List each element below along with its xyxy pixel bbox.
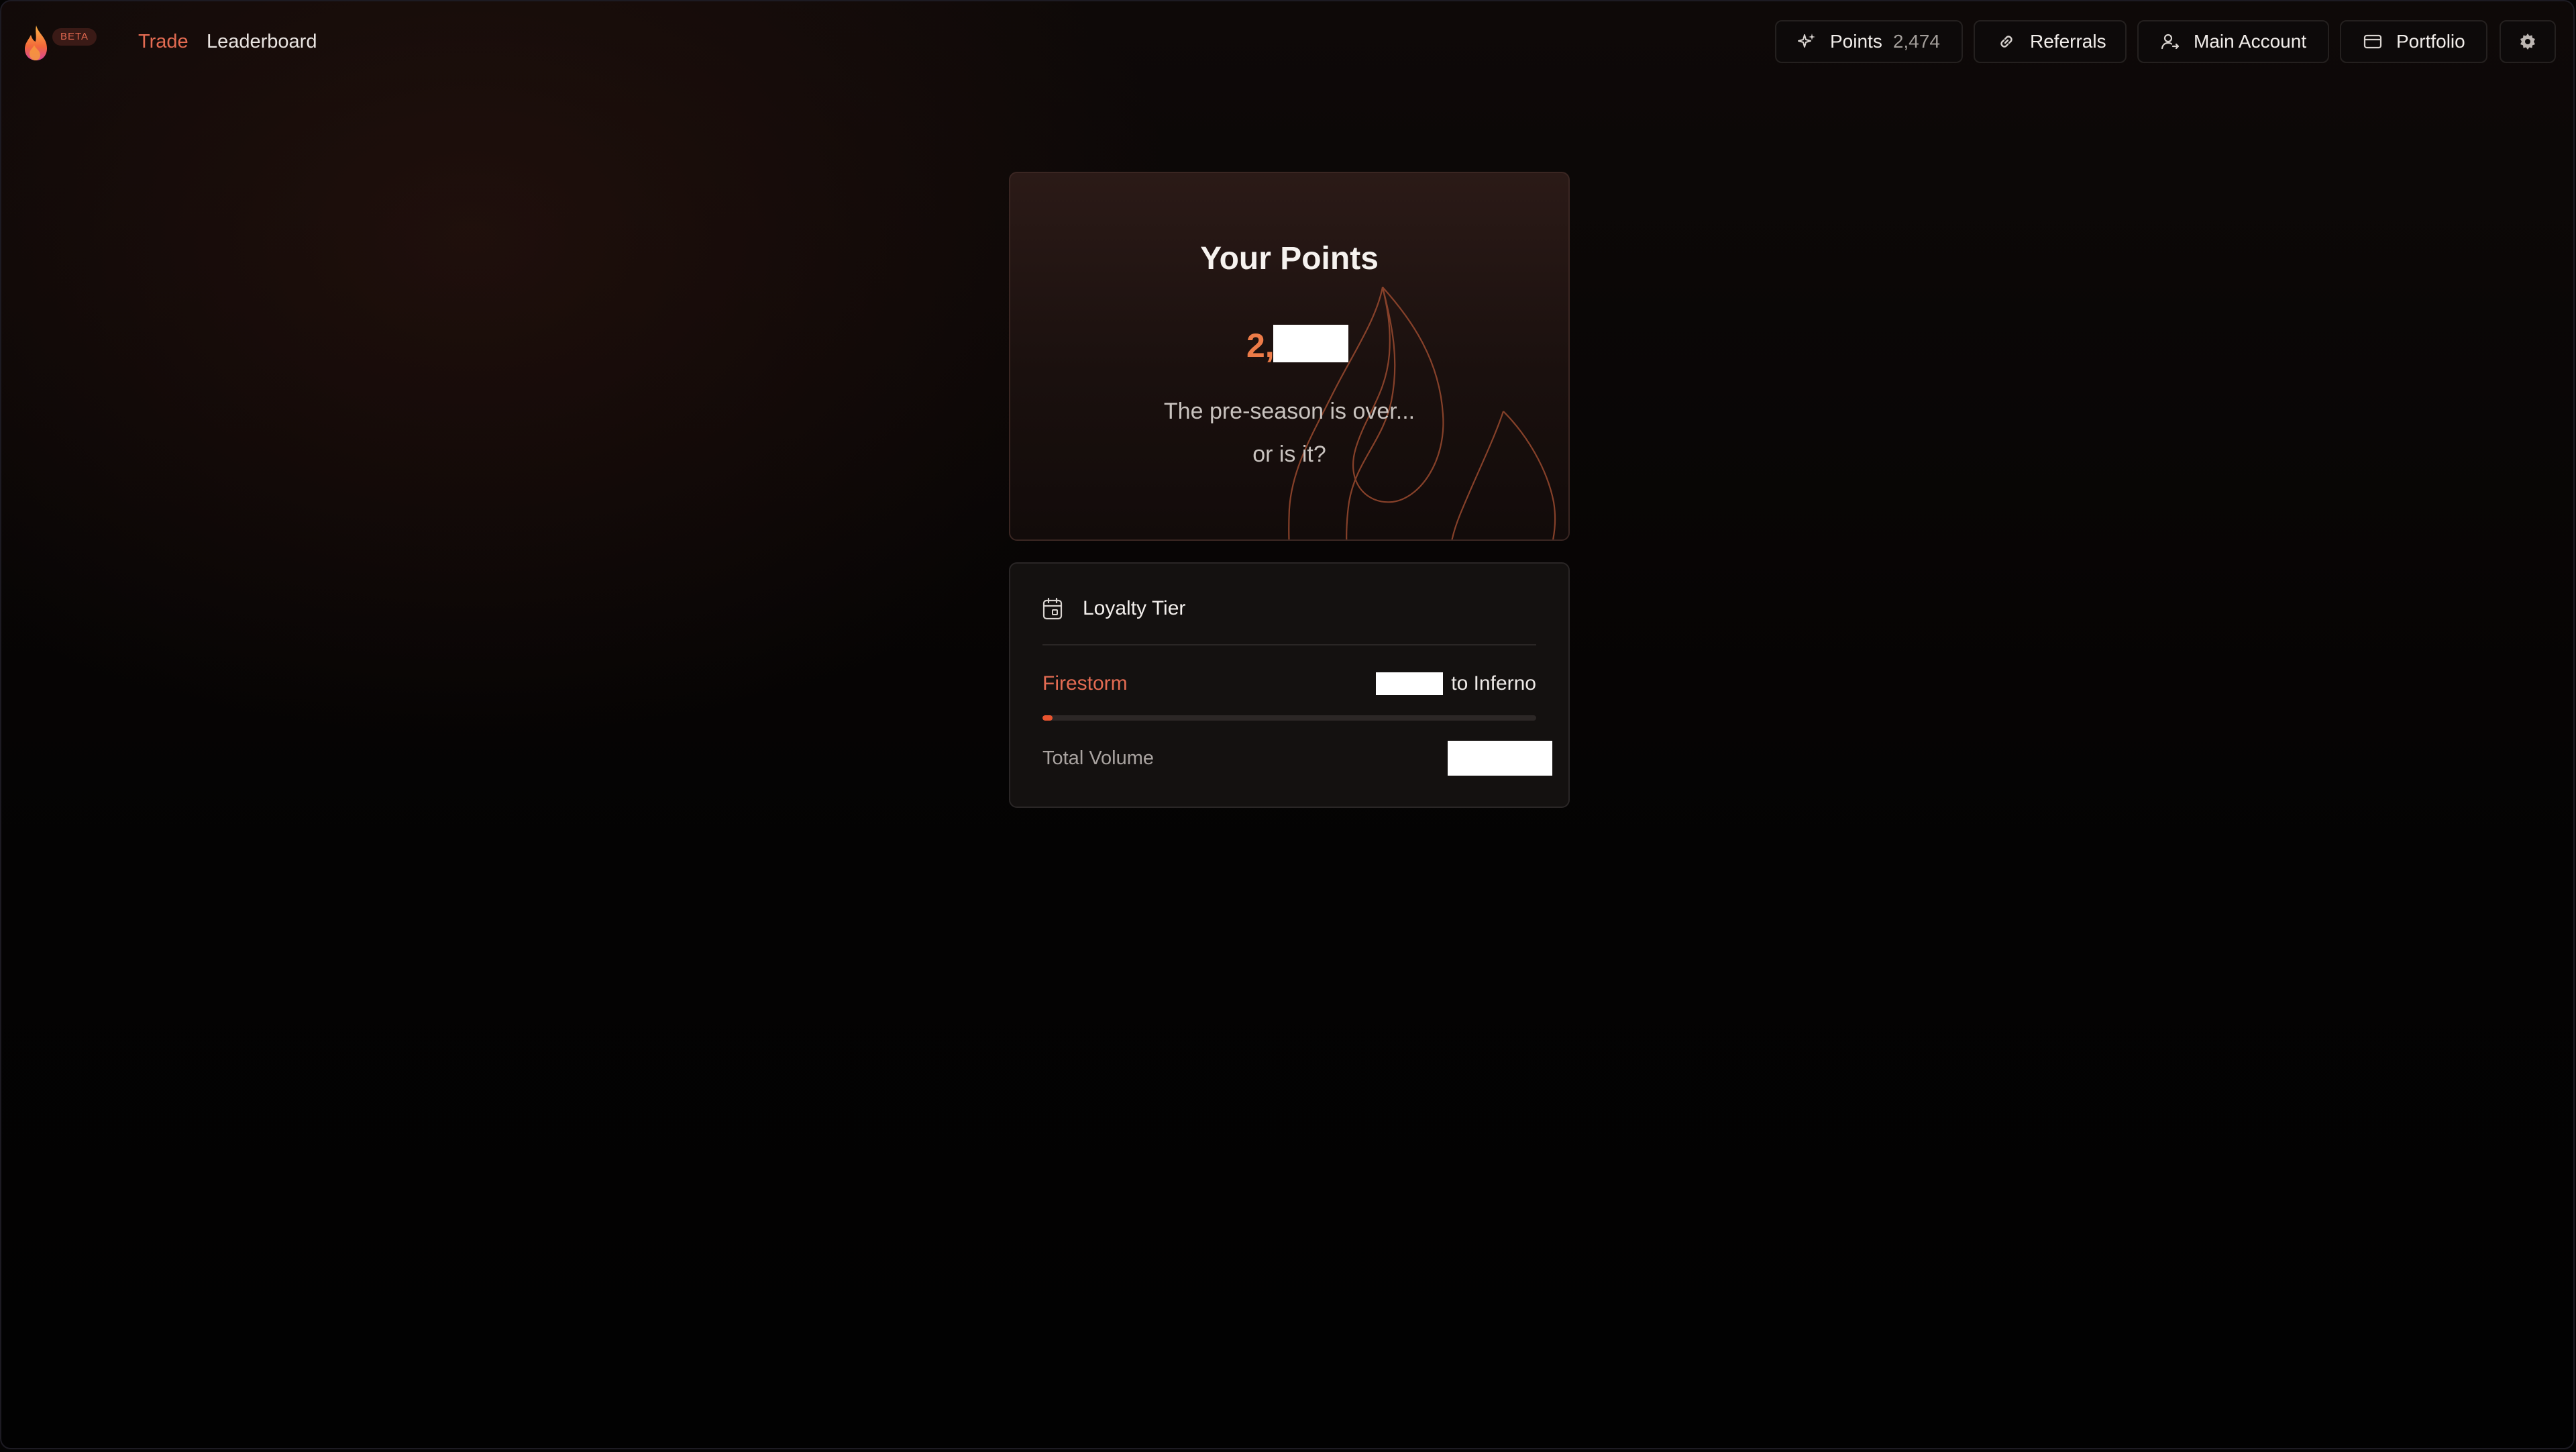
redacted-total-volume bbox=[1448, 741, 1552, 776]
total-volume-label: Total Volume bbox=[1042, 747, 1155, 769]
nav-trade-link[interactable]: Trade bbox=[138, 28, 189, 55]
loyalty-divider bbox=[1042, 644, 1536, 645]
redacted-amount-to-next bbox=[1376, 672, 1444, 695]
portfolio-label: Portfolio bbox=[2396, 31, 2465, 52]
main-account-label: Main Account bbox=[2194, 31, 2307, 52]
referrals-label: Referrals bbox=[2030, 31, 2106, 52]
calendar-icon bbox=[1042, 597, 1063, 620]
portfolio-button[interactable]: Portfolio bbox=[2340, 20, 2487, 63]
app-window: BETA Trade Leaderboard Points 2,474 Refe… bbox=[0, 0, 2575, 1449]
referrals-button[interactable]: Referrals bbox=[1974, 20, 2127, 63]
nav-leaderboard-link[interactable]: Leaderboard bbox=[207, 28, 317, 55]
sparkle-icon bbox=[1798, 34, 1815, 48]
tier-progress-fill bbox=[1042, 715, 1053, 721]
flame-logo-icon[interactable] bbox=[21, 24, 51, 62]
next-tier-info: to Inferno bbox=[1376, 672, 1536, 695]
redacted-points bbox=[1273, 325, 1348, 362]
points-label: Points bbox=[1830, 31, 1882, 52]
settings-button[interactable] bbox=[2500, 20, 2556, 63]
top-header: BETA Trade Leaderboard Points 2,474 Refe… bbox=[1, 1, 2573, 85]
loyalty-title: Loyalty Tier bbox=[1083, 597, 1186, 619]
main-account-button[interactable]: Main Account bbox=[2137, 20, 2329, 63]
points-title: Your Points bbox=[1200, 241, 1379, 276]
user-switch-icon bbox=[2161, 34, 2180, 50]
points-value: 2, bbox=[1246, 327, 1275, 364]
points-subtitle-line1: The pre-season is over... bbox=[1163, 399, 1415, 424]
points-button[interactable]: Points 2,474 bbox=[1775, 20, 1963, 63]
next-tier-text: to Inferno bbox=[1451, 672, 1536, 694]
points-card: Your Points 2, The pre-season is over...… bbox=[1009, 172, 1570, 541]
points-count: 2,474 bbox=[1892, 31, 1940, 52]
link-icon bbox=[2000, 36, 2012, 48]
loyalty-header: Loyalty Tier bbox=[1042, 597, 1185, 620]
points-subtitle-line2: or is it? bbox=[1252, 442, 1326, 467]
loyalty-tier-card: Loyalty Tier Firestorm to Inferno Total … bbox=[1009, 562, 1570, 808]
card-icon bbox=[2363, 34, 2382, 49]
tier-progress-bar bbox=[1042, 715, 1536, 721]
beta-badge: BETA bbox=[52, 28, 97, 46]
current-tier: Firestorm bbox=[1042, 672, 1128, 694]
gear-icon bbox=[2520, 34, 2535, 50]
